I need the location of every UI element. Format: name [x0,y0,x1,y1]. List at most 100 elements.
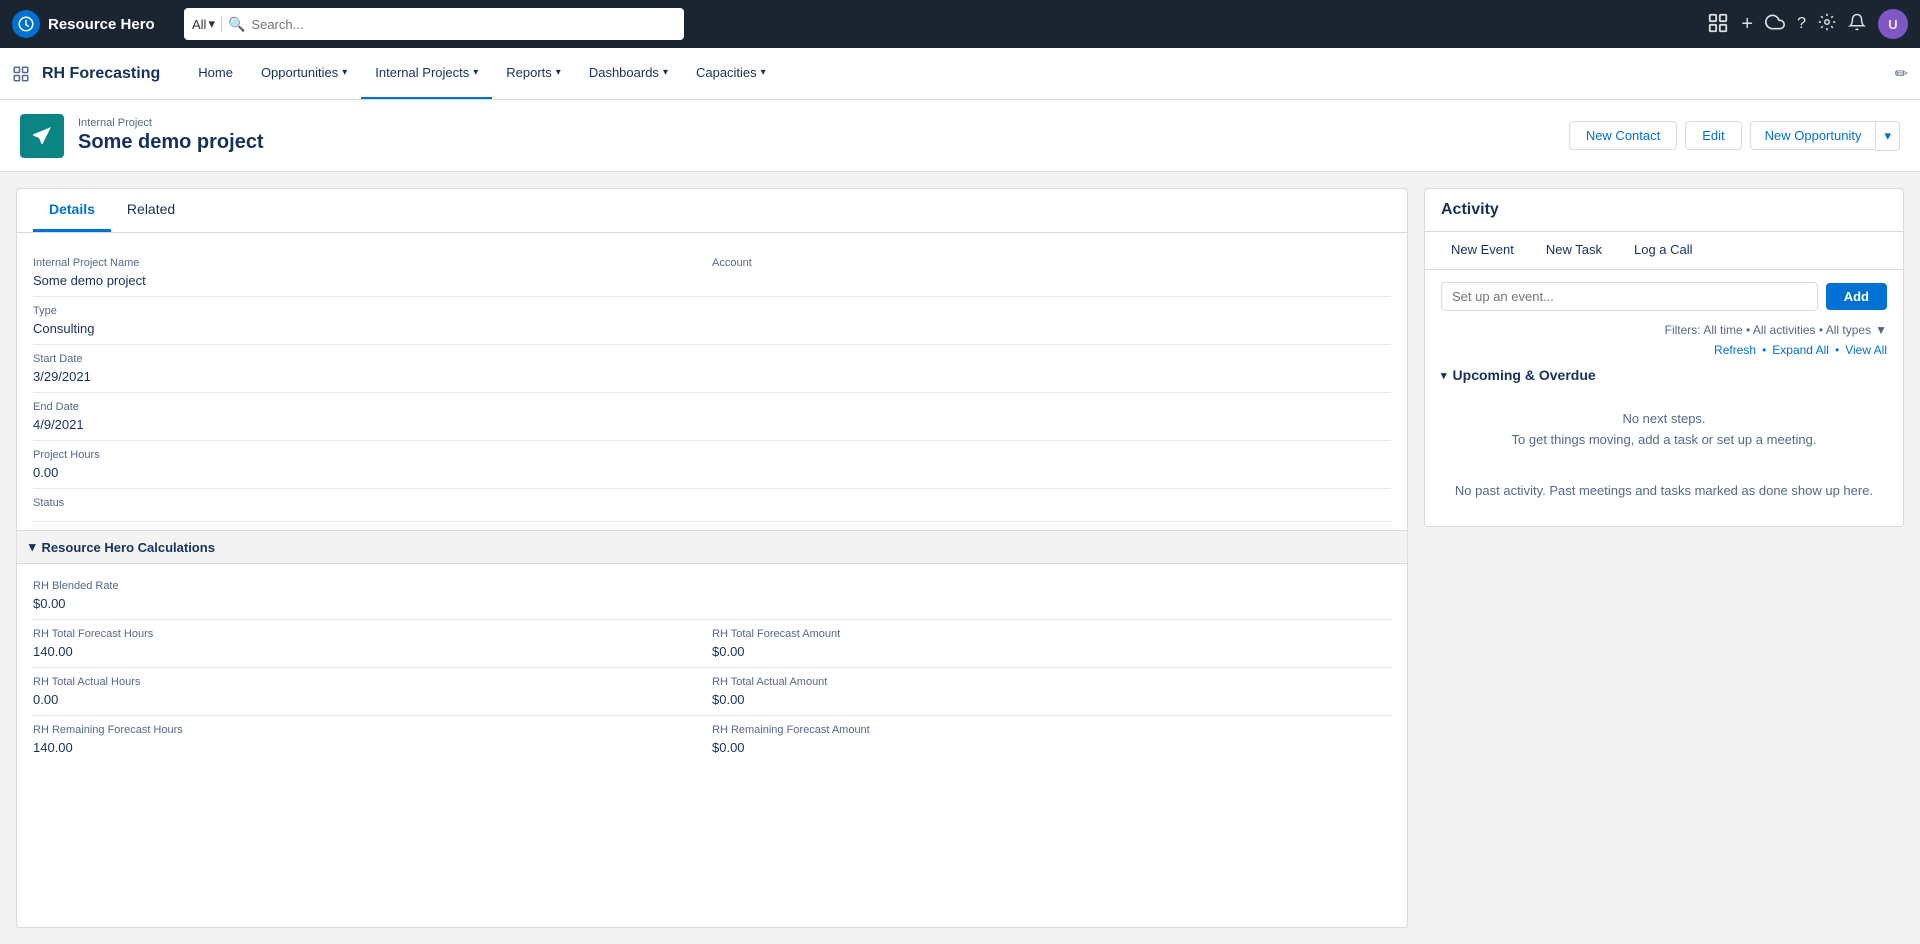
logo-icon [12,10,40,38]
upcoming-section: ▾ Upcoming & Overdue No next steps. To g… [1441,367,1887,467]
field-value-project-hours: 0.00 [33,465,696,480]
activity-refresh-row: Refresh • Expand All • View All [1441,343,1887,357]
field-value-actual-amount: $0.00 [712,692,1375,707]
tab-related[interactable]: Related [111,189,191,232]
internal-projects-chevron-icon: ▾ [473,67,478,78]
edit-button[interactable]: Edit [1685,121,1741,150]
field-row-remaining: RH Remaining Forecast Hours 140.00 ✏ RH … [33,716,1391,763]
section-title: Resource Hero Calculations [42,540,215,555]
new-opportunity-dropdown-button[interactable]: ▾ [1876,121,1900,151]
search-scope[interactable]: All ▾ [192,16,222,32]
field-value-actual-hours: 0.00 [33,692,696,707]
field-value-remaining-amount: $0.00 [712,740,1375,755]
field-col-remaining-amount: RH Remaining Forecast Amount $0.00 ✏ [712,724,1391,755]
detail-tabs: Details Related [17,189,1407,233]
separator2: • [1835,343,1839,357]
activity-tab-log-call[interactable]: Log a Call [1620,232,1707,269]
detail-panel: Details Related Internal Project Name So… [16,188,1408,928]
main-content: Details Related Internal Project Name So… [0,172,1920,944]
notifications-icon[interactable] [1848,13,1866,36]
nav-item-opportunities[interactable]: Opportunities▾ [247,48,361,99]
field-label-actual-hours: RH Total Actual Hours [33,676,696,688]
field-col-status: Status ✏ [33,497,712,513]
activity-tab-new-event[interactable]: New Event [1437,232,1528,269]
top-nav-actions: + ? U [1707,9,1908,39]
field-value-blended-rate: $0.00 [33,596,696,611]
activity-event-input[interactable] [1441,282,1818,311]
nav-item-home[interactable]: Home [184,48,247,99]
search-bar: All ▾ 🔍 [184,8,684,40]
field-row-end-date: End Date 4/9/2021 ✏ [33,393,1391,441]
nav-item-internal-projects[interactable]: Internal Projects▾ [361,48,492,99]
search-input[interactable] [251,17,676,32]
field-row-project-hours: Project Hours 0.00 ✏ [33,441,1391,489]
field-value-end-date: 4/9/2021 [33,417,696,432]
field-label-start-date: Start Date [33,353,696,365]
new-opportunity-button[interactable]: New Opportunity [1750,121,1877,150]
field-col-name: Internal Project Name Some demo project … [33,257,712,288]
field-value-type: Consulting [33,321,696,336]
field-col-empty-type [712,305,1391,336]
field-value-forecast-amount: $0.00 [712,644,1375,659]
search-icon: 🔍 [228,16,245,33]
favorites-icon[interactable] [1707,12,1729,37]
field-col-end-date: End Date 4/9/2021 ✏ [33,401,712,432]
nav-item-dashboards[interactable]: Dashboards▾ [575,48,682,99]
field-label-name: Internal Project Name [33,257,696,269]
app-logo: Resource Hero [12,10,172,38]
upcoming-chevron-icon: ▾ [1441,369,1447,382]
field-row-type: Type Consulting ✏ [33,297,1391,345]
detail-body: Internal Project Name Some demo project … [17,233,1407,779]
record-icon [20,114,64,158]
field-row-start-date: Start Date 3/29/2021 ✏ [33,345,1391,393]
field-col-actual-amount: RH Total Actual Amount $0.00 ✏ [712,676,1391,707]
add-icon[interactable]: + [1741,13,1753,36]
record-header: Internal Project Some demo project New C… [0,100,1920,172]
new-contact-button[interactable]: New Contact [1569,121,1677,150]
activity-tab-new-task[interactable]: New Task [1532,232,1616,269]
field-col-blended-rate: RH Blended Rate $0.00 ✏ [33,580,712,611]
tab-details[interactable]: Details [33,189,111,232]
reports-chevron-icon: ▾ [556,67,561,78]
activity-add-button[interactable]: Add [1826,283,1887,310]
activity-tabs: New Event New Task Log a Call [1425,232,1903,270]
nav-item-reports[interactable]: Reports▾ [492,48,575,99]
capacities-chevron-icon: ▾ [761,67,766,78]
help-icon[interactable]: ? [1797,15,1806,33]
new-opportunity-split-button: New Opportunity ▾ [1750,121,1900,151]
filters-text: Filters: All time • All activities • All… [1665,323,1871,337]
field-col-empty-status [712,497,1391,513]
record-info: Internal Project Some demo project [78,117,264,154]
field-row-forecast: RH Total Forecast Hours 140.00 ✏ RH Tota… [33,620,1391,668]
nav-item-capacities[interactable]: Capacities▾ [682,48,780,99]
filter-icon[interactable]: ▼ [1875,323,1887,337]
expand-all-link[interactable]: Expand All [1772,343,1829,357]
app-name: Resource Hero [48,16,155,33]
settings-icon[interactable] [1818,13,1836,36]
field-col-empty-start [712,353,1391,384]
upcoming-title: Upcoming & Overdue [1453,367,1596,383]
nav-edit-icon[interactable]: ✏ [1895,64,1908,84]
activity-title: Activity [1425,189,1903,232]
field-label-end-date: End Date [33,401,696,413]
scope-chevron-icon[interactable]: ▾ [208,16,215,32]
grid-menu-icon[interactable] [12,65,30,83]
activity-filters: Filters: All time • All activities • All… [1441,323,1887,337]
field-label-account: Account [712,257,1375,269]
refresh-link[interactable]: Refresh [1714,343,1756,357]
field-value-start-date: 3/29/2021 [33,369,696,384]
field-value-remaining-hours: 140.00 [33,740,696,755]
opportunities-chevron-icon: ▾ [342,67,347,78]
cloud-icon[interactable] [1765,12,1785,37]
section-chevron-icon[interactable]: ▾ [29,539,36,555]
upcoming-header[interactable]: ▾ Upcoming & Overdue [1441,367,1887,383]
record-type: Internal Project [78,117,264,129]
field-label-forecast-hours: RH Total Forecast Hours [33,628,696,640]
record-header-actions: New Contact Edit New Opportunity ▾ [1569,121,1900,151]
activity-input-row: Add [1441,282,1887,311]
view-all-link[interactable]: View All [1845,343,1887,357]
field-row-name-account: Internal Project Name Some demo project … [33,249,1391,297]
field-label-status: Status [33,497,696,509]
user-avatar[interactable]: U [1878,9,1908,39]
field-label-project-hours: Project Hours [33,449,696,461]
